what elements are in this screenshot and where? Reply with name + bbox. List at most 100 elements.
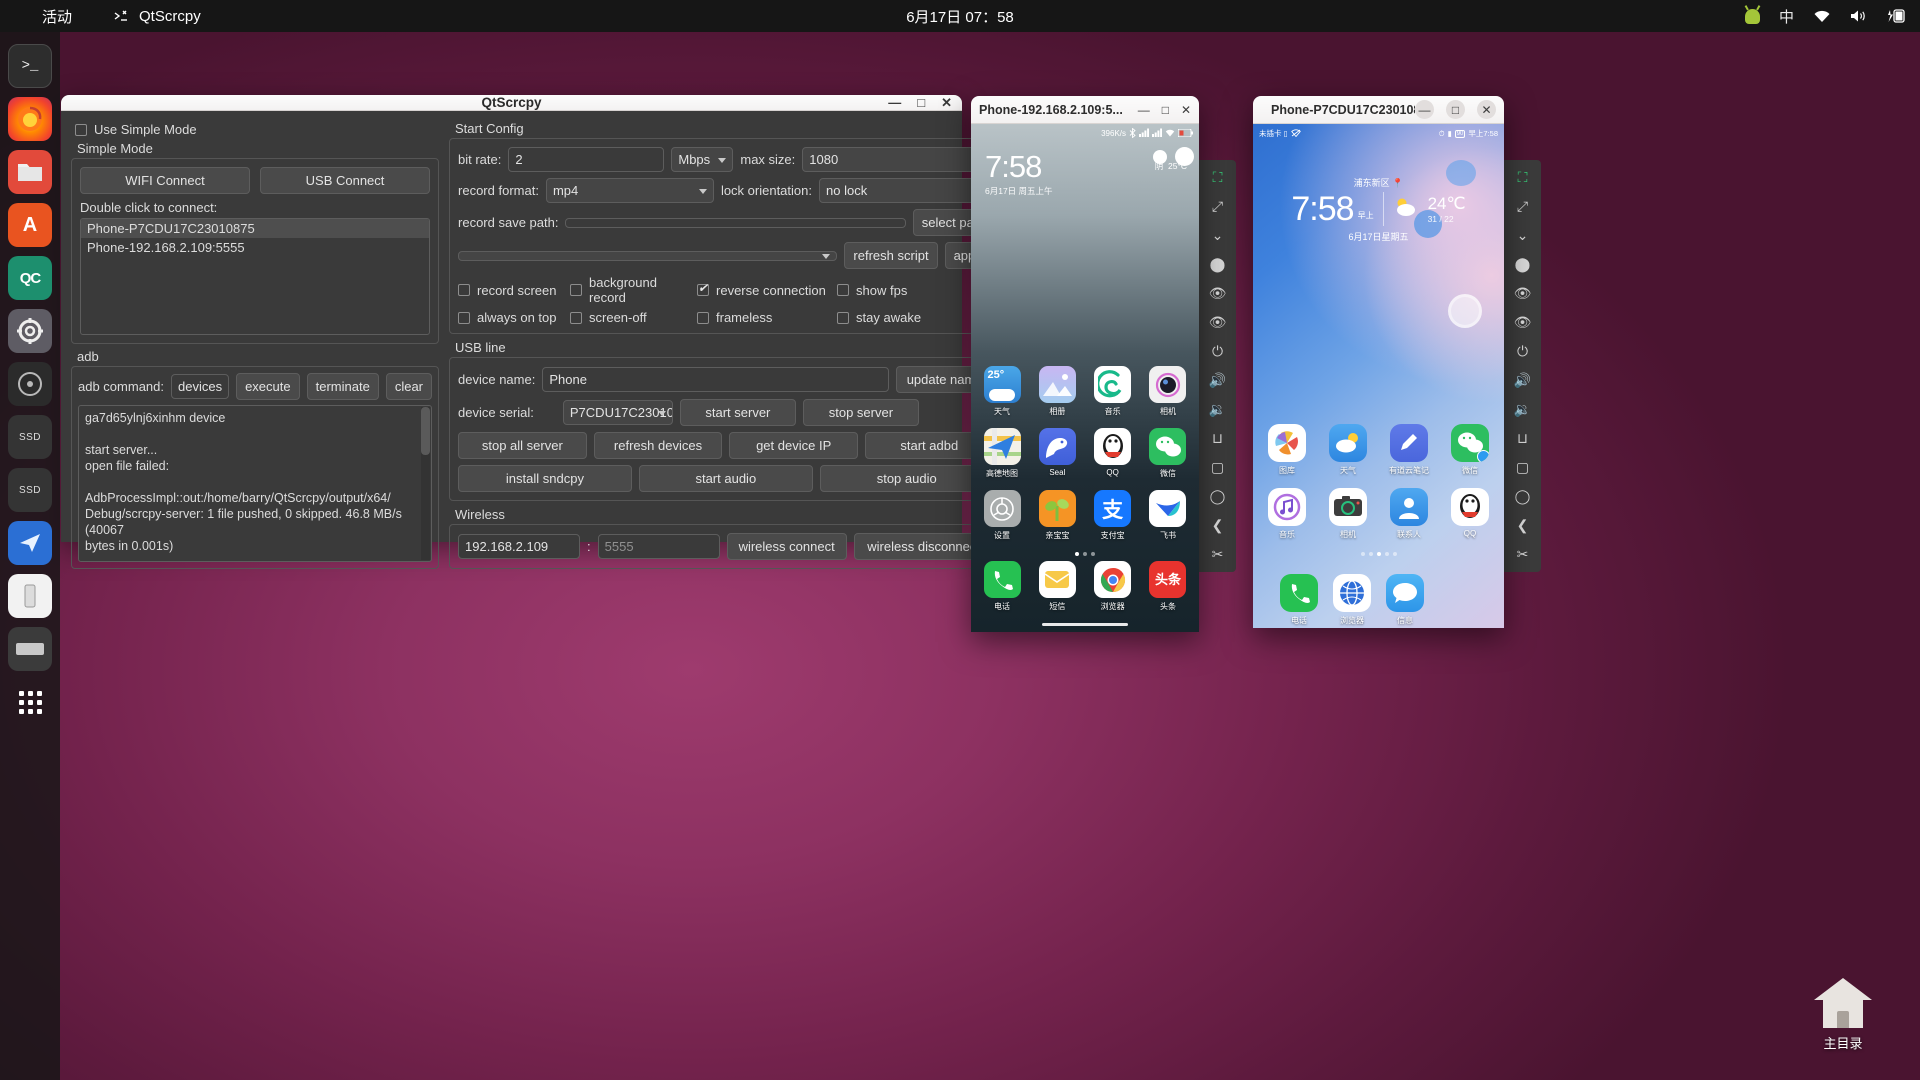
stay-awake-row[interactable]: stay awake — [837, 310, 927, 325]
max-size-select[interactable]: 1080 — [802, 147, 994, 172]
phone2-app-qq[interactable]: QQ — [1446, 488, 1494, 540]
chevrons-down-icon[interactable]: ⌄ — [1509, 224, 1536, 247]
phone2-minimize-button[interactable]: — — [1415, 100, 1434, 119]
desktop-home-icon[interactable]: 主目录 — [1796, 978, 1890, 1052]
phone2-maximize-button[interactable]: □ — [1446, 100, 1465, 119]
phone2-dock-messages[interactable]: 信息 — [1381, 574, 1429, 626]
dock-item-ssd-2[interactable]: SSD — [8, 468, 52, 512]
expand-icon[interactable]: ⤢ — [1509, 195, 1536, 218]
record-screen-checkbox[interactable] — [458, 284, 471, 296]
phone1-home-indicator[interactable] — [1042, 623, 1128, 626]
phone2-app-contacts[interactable]: 联系人 — [1385, 488, 1433, 540]
eye-off-icon[interactable]: 👁 — [1509, 311, 1536, 334]
back-icon[interactable]: ❮ — [1204, 514, 1231, 537]
dock-item-firefox[interactable] — [8, 97, 52, 141]
wireless-connect-button[interactable]: wireless connect — [726, 533, 847, 560]
phone1-app-seal[interactable]: Seal — [1034, 428, 1080, 479]
dock-item-settings[interactable] — [8, 309, 52, 353]
group-icon[interactable]: ⊔ — [1204, 427, 1231, 450]
screen-off-checkbox[interactable] — [570, 311, 583, 324]
stop-server-button[interactable]: stop server — [802, 399, 919, 426]
phone1-dock-toutiao[interactable]: 头条 头条 — [1145, 561, 1191, 612]
show-fps-row[interactable]: show fps — [837, 275, 927, 305]
fullscreen-green-icon[interactable]: ⛶ — [1204, 166, 1231, 189]
dock-item-blue-app[interactable] — [8, 521, 52, 565]
record-format-select[interactable]: mp4 — [545, 178, 714, 203]
wireless-ip-input[interactable]: 192.168.2.109 — [458, 534, 581, 559]
phone1-app-settings[interactable]: 设置 — [979, 490, 1025, 541]
lock-orientation-select[interactable]: no lock — [819, 178, 994, 203]
stay-awake-checkbox[interactable] — [837, 311, 850, 324]
phone2-app-music[interactable]: 音乐 — [1263, 488, 1311, 540]
phone1-app-amap[interactable]: 高德地图 — [979, 428, 1025, 479]
always-on-top-row[interactable]: always on top — [458, 310, 570, 325]
phone1-maximize-button[interactable]: □ — [1162, 103, 1169, 117]
power-icon[interactable]: ⏻ — [1509, 340, 1536, 363]
show-fps-checkbox[interactable] — [837, 284, 850, 296]
phone2-screen[interactable]: 未插卡 ▯ ⏱ ▮ 90 早上7:58 浦东新区 📍 7:58 早上 24℃ 3… — [1253, 124, 1504, 628]
reverse-connection-checkbox[interactable] — [697, 281, 710, 296]
close-button[interactable]: ✕ — [941, 96, 952, 109]
phone2-dock-browser[interactable]: 浏览器 — [1328, 574, 1376, 626]
circle-outline-icon[interactable]: ◯ — [1204, 485, 1231, 508]
scissors-icon[interactable]: ✂ — [1204, 543, 1231, 566]
volume-up-icon[interactable]: 🔊 — [1204, 369, 1231, 392]
record-screen-row[interactable]: record screen — [458, 275, 570, 305]
phone2-app-gallery[interactable]: 图库 — [1263, 424, 1311, 476]
phone2-app-camera[interactable]: 相机 — [1324, 488, 1372, 540]
dock-item-keyboard[interactable] — [8, 627, 52, 671]
bit-rate-unit-select[interactable]: Mbps — [671, 147, 734, 172]
phone1-app-music[interactable]: 音乐 — [1090, 366, 1136, 417]
volume-up-icon[interactable]: 🔊 — [1509, 369, 1536, 392]
phone2-app-wechat[interactable]: 微信 — [1446, 424, 1494, 476]
always-on-top-checkbox[interactable] — [458, 311, 471, 324]
usb-connect-button[interactable]: USB Connect — [260, 167, 431, 194]
wireless-port-input[interactable]: 5555 — [597, 534, 720, 559]
qtscrcpy-titlebar[interactable]: QtScrcpy — □ ✕ — [61, 95, 962, 111]
phone1-app-wechat[interactable]: 微信 — [1145, 428, 1191, 479]
circle-icon[interactable]: ⬤ — [1509, 253, 1536, 276]
phone1-close-button[interactable]: ✕ — [1181, 103, 1191, 117]
square-icon[interactable]: ▢ — [1204, 456, 1231, 479]
refresh-devices-button[interactable]: refresh devices — [593, 432, 723, 459]
start-audio-button[interactable]: start audio — [638, 465, 813, 492]
stop-audio-button[interactable]: stop audio — [819, 465, 994, 492]
use-simple-mode-row[interactable]: Use Simple Mode — [75, 122, 439, 137]
back-icon[interactable]: ❮ — [1509, 514, 1536, 537]
phone1-app-qinbaobao[interactable]: 亲宝宝 — [1034, 490, 1080, 541]
eye-icon[interactable]: 👁 — [1204, 282, 1231, 305]
eye-off-icon[interactable]: 👁 — [1204, 311, 1231, 334]
chevrons-down-icon[interactable]: ⌄ — [1204, 224, 1231, 247]
ime-indicator-icon[interactable]: 中 — [1779, 6, 1794, 27]
minimize-button[interactable]: — — [888, 96, 901, 109]
use-simple-mode-checkbox[interactable] — [75, 123, 87, 136]
frameless-row[interactable]: frameless — [697, 310, 837, 325]
wifi-connect-button[interactable]: WIFI Connect — [80, 167, 251, 194]
phone2-dock-phone[interactable]: 电话 — [1275, 574, 1323, 626]
dock-item-usb-drive[interactable] — [8, 574, 52, 618]
phone1-minimize-button[interactable]: — — [1138, 103, 1150, 117]
eye-icon[interactable]: 👁 — [1509, 282, 1536, 305]
dock-item-disk[interactable] — [8, 362, 52, 406]
phone2-app-youdao-note[interactable]: 有道云笔记 — [1385, 424, 1433, 476]
power-icon[interactable]: ⏻ — [1204, 340, 1231, 363]
topbar-clock[interactable]: 6月17日 07：58 — [0, 6, 1920, 27]
adb-log-output[interactable]: ga7d65ylnj6xinhm device start server... … — [78, 405, 433, 562]
volume-down-icon[interactable]: 🔉 — [1509, 398, 1536, 421]
phone1-titlebar[interactable]: Phone-192.168.2.109:5... — □ ✕ — [971, 96, 1199, 124]
background-record-row[interactable]: background record — [570, 275, 697, 305]
reverse-connection-row[interactable]: reverse connection — [697, 275, 837, 305]
device-list-item-1[interactable]: Phone-192.168.2.109:5555 — [81, 238, 429, 257]
start-server-button[interactable]: start server — [679, 399, 796, 426]
phone2-titlebar[interactable]: Phone-P7CDU17C23010875 — □ ✕ — [1253, 96, 1504, 124]
phone1-screen[interactable]: 396K/s 7:58 6月17日 周五上午 阴 25°C 25° 天气 相册 … — [971, 124, 1199, 632]
adb-log-scrollbar[interactable] — [421, 407, 431, 560]
device-serial-select[interactable]: P7CDU17C23010 — [562, 400, 673, 425]
phone2-app-weather[interactable]: 天气 — [1324, 424, 1372, 476]
expand-icon[interactable]: ⤢ — [1204, 195, 1231, 218]
device-name-input[interactable]: Phone — [542, 367, 889, 392]
volume-down-icon[interactable]: 🔉 — [1204, 398, 1231, 421]
dock-item-ubuntu-software[interactable]: A — [8, 203, 52, 247]
phone2-close-button[interactable]: ✕ — [1477, 100, 1496, 119]
install-sndcpy-button[interactable]: install sndcpy — [458, 465, 632, 492]
